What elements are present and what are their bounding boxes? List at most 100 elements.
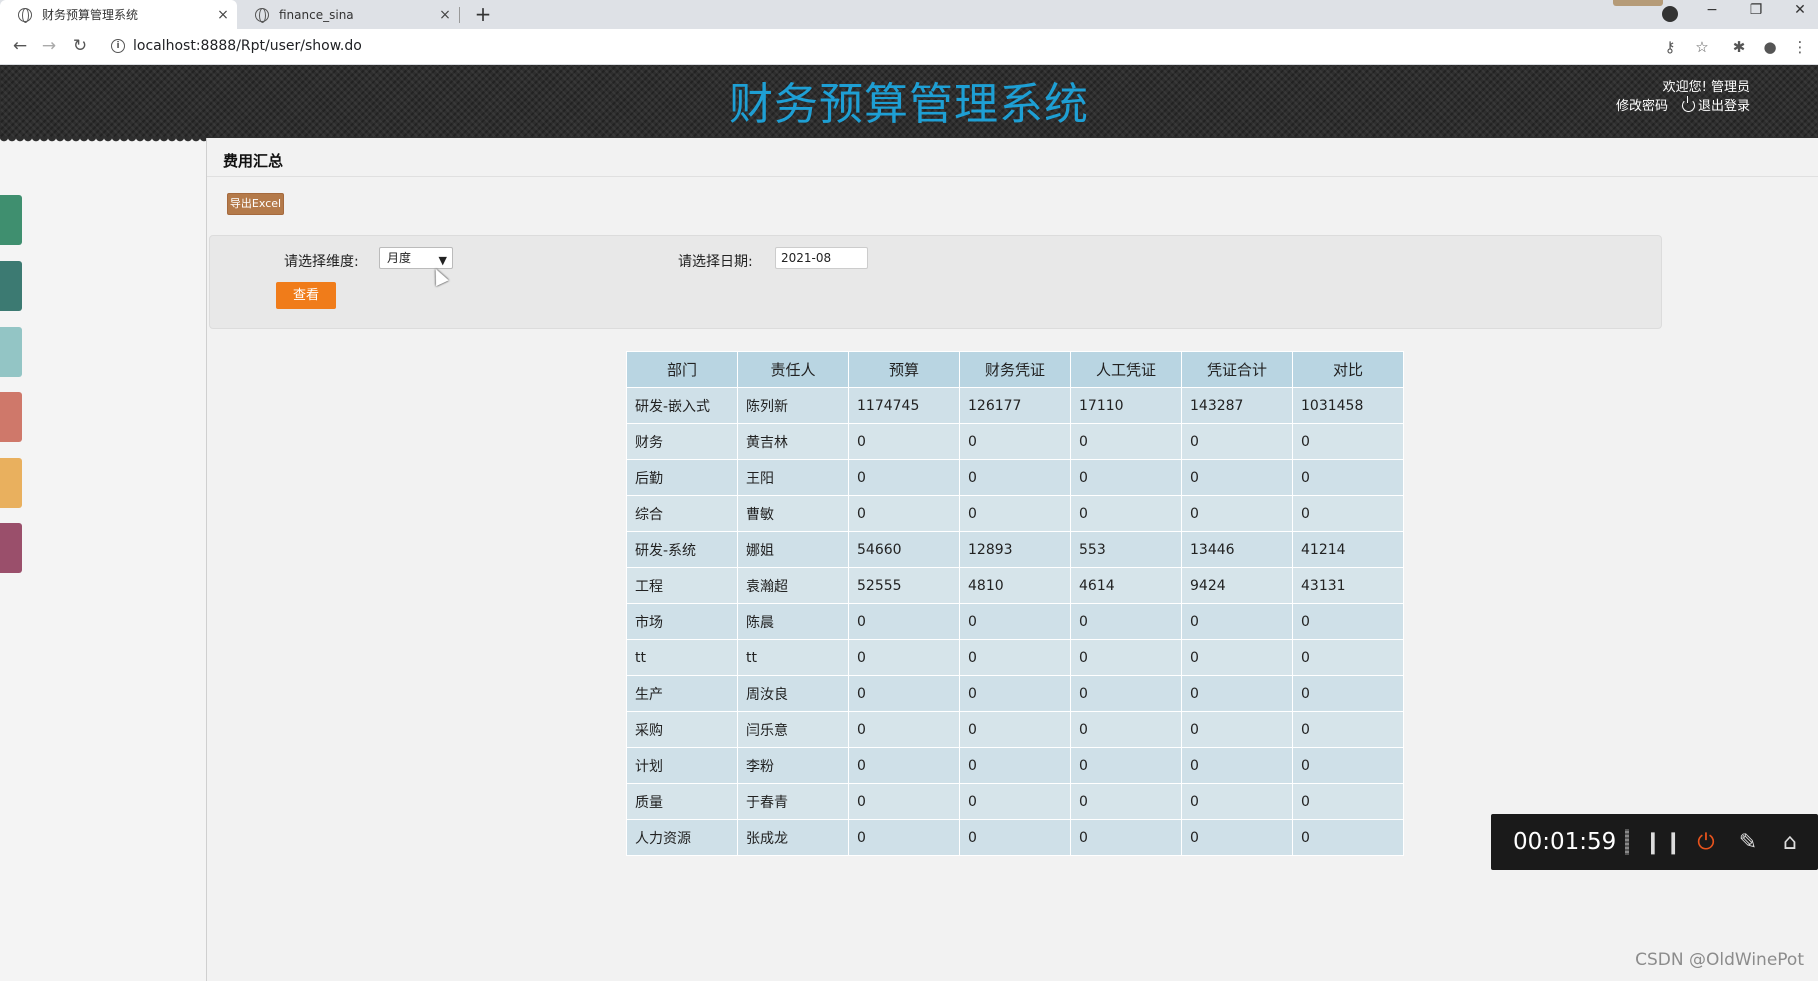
key-icon[interactable]: ⚷ (1660, 37, 1680, 57)
table-row: 综合 曹敏 0 0 0 0 0 (626, 495, 1404, 532)
table-cell: 12893 (959, 531, 1071, 568)
table-cell: 0 (848, 603, 960, 640)
browser-tab-active[interactable]: 财务预算管理系统 × (0, 0, 237, 29)
table-cell: 王阳 (737, 459, 849, 496)
table-cell: 工程 (626, 567, 738, 604)
table-cell: 52555 (848, 567, 960, 604)
power-icon (1681, 96, 1695, 112)
table-cell: 0 (959, 603, 1071, 640)
table-cell: 0 (959, 639, 1071, 676)
profile-indicator-icon[interactable] (1662, 6, 1678, 22)
table-cell: 54660 (848, 531, 960, 568)
back-arrow-icon[interactable]: ← (9, 35, 31, 57)
table-cell: 0 (1070, 711, 1182, 748)
tab-title: 财务预算管理系统 (42, 8, 139, 22)
table-cell: 0 (1292, 495, 1404, 532)
table-cell: 0 (1070, 495, 1182, 532)
table-cell: 曹敏 (737, 495, 849, 532)
globe-icon (18, 7, 32, 23)
table-cell: 生产 (626, 675, 738, 712)
pen-icon[interactable]: ✎ (1727, 830, 1769, 855)
extensions-icon[interactable]: ✱ (1729, 37, 1749, 57)
table-cell: 0 (1181, 423, 1293, 460)
table-cell: 0 (1292, 783, 1404, 820)
table-cell: 李粉 (737, 747, 849, 784)
table-cell: 采购 (626, 711, 738, 748)
welcome-text: 欢迎您! (1662, 80, 1707, 95)
logout-link[interactable]: 退出登录 (1681, 96, 1750, 116)
tab-divider (459, 7, 460, 23)
table-body: 研发-嵌入式 陈列新 1174745 126177 17110 143287 1031458… (626, 387, 1404, 856)
table-cell: 研发-系统 (626, 531, 738, 568)
table-cell: 0 (1070, 819, 1182, 856)
table-cell: 袁瀚超 (737, 567, 849, 604)
browser-tab-strip: 财务预算管理系统 × finance_sina × + − ❐ ✕ (0, 0, 1818, 29)
info-icon[interactable]: i (111, 39, 125, 53)
table-row: 研发-嵌入式 陈列新 1174745 126177 17110 143287 1031458 (626, 387, 1404, 424)
table-row: 人力资源 张成龙 0 0 0 0 0 (626, 819, 1404, 856)
table-cell: 0 (1181, 675, 1293, 712)
table-cell: 闫乐意 (737, 711, 849, 748)
sidebar-item-5[interactable] (0, 458, 22, 508)
window-decoration (1613, 0, 1663, 6)
dimension-label: 请选择维度: (284, 254, 359, 270)
stop-power-icon[interactable]: ⏻ (1685, 830, 1727, 855)
home-icon[interactable]: ⌂ (1769, 830, 1811, 855)
minimize-button[interactable]: − (1697, 2, 1727, 18)
table-row: 生产 周汝良 0 0 0 0 0 (626, 675, 1404, 712)
sidebar-item-2[interactable] (0, 261, 22, 311)
table-cell: 0 (1070, 639, 1182, 676)
pause-icon[interactable]: ❙❙ (1643, 830, 1685, 855)
table-cell: 0 (1292, 747, 1404, 784)
table-cell: 计划 (626, 747, 738, 784)
sidebar-item-4[interactable] (0, 392, 22, 442)
watermark: CSDN @OldWinePot (1635, 950, 1804, 970)
globe-icon (255, 7, 269, 23)
restore-button[interactable]: ❐ (1741, 2, 1771, 18)
table-cell: 0 (848, 711, 960, 748)
window-close-button[interactable]: ✕ (1785, 2, 1815, 18)
url-field[interactable]: localhost:8888/Rpt/user/show.do (133, 38, 362, 54)
table-cell: 0 (1181, 711, 1293, 748)
table-cell: 0 (848, 675, 960, 712)
table-cell: tt (626, 639, 738, 676)
table-cell: 0 (1292, 819, 1404, 856)
table-cell: 0 (1181, 747, 1293, 784)
tab-close-icon[interactable]: × (431, 7, 459, 23)
table-cell: 0 (1292, 603, 1404, 640)
table-cell: 9424 (1181, 567, 1293, 604)
tab-close-icon[interactable]: × (209, 7, 237, 23)
col-header-voucher-total: 凭证合计 (1181, 351, 1293, 388)
dimension-value: 月度 (387, 251, 412, 265)
profile-icon[interactable]: ● (1760, 37, 1780, 57)
table-cell: 0 (1292, 459, 1404, 496)
table-cell: 0 (1070, 783, 1182, 820)
table-cell: 0 (1070, 459, 1182, 496)
browser-tab-inactive[interactable]: finance_sina × (237, 0, 459, 29)
table-cell: 0 (848, 783, 960, 820)
sidebar-item-6[interactable] (0, 523, 22, 573)
table-cell: 0 (1181, 459, 1293, 496)
star-icon[interactable]: ☆ (1692, 37, 1712, 57)
recorder-drag-handle[interactable] (1625, 829, 1629, 855)
view-button[interactable]: 查看 (276, 282, 336, 309)
change-password-link[interactable]: 修改密码 (1616, 97, 1668, 116)
table-row: 质量 于春青 0 0 0 0 0 (626, 783, 1404, 820)
col-header-comparison: 对比 (1292, 351, 1404, 388)
forward-arrow-icon[interactable]: → (38, 35, 60, 57)
table-cell: 43131 (1292, 567, 1404, 604)
table-cell: 0 (959, 711, 1071, 748)
sidebar-item-1[interactable] (0, 195, 22, 245)
table-cell: 1031458 (1292, 387, 1404, 424)
table-cell: 0 (1292, 639, 1404, 676)
menu-icon[interactable]: ⋮ (1790, 37, 1810, 57)
table-cell: 0 (1070, 423, 1182, 460)
new-tab-button[interactable]: + (472, 2, 494, 26)
sidebar-item-3[interactable] (0, 327, 22, 377)
export-excel-button[interactable]: 导出Excel (227, 193, 284, 215)
table-cell: 0 (1181, 783, 1293, 820)
table-cell: 0 (959, 783, 1071, 820)
date-input[interactable]: 2021-08 (775, 247, 868, 269)
reload-icon[interactable]: ↻ (69, 35, 91, 57)
table-cell: 0 (959, 675, 1071, 712)
